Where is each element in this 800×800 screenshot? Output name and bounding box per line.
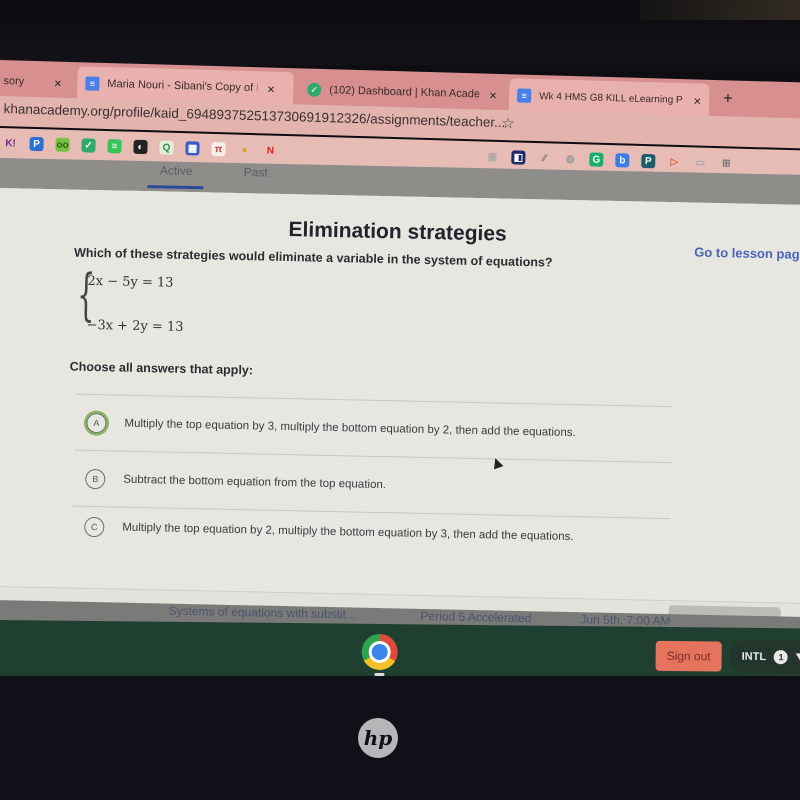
tab-title: sory	[3, 75, 25, 88]
bookmark-star-icon[interactable]: ☆	[501, 114, 515, 132]
status-tray[interactable]: INTL 1	[729, 639, 800, 675]
chrome-browser-icon[interactable]	[361, 633, 398, 671]
sign-out-button[interactable]: Sign out	[655, 640, 722, 672]
bookmark-screencastify-icon[interactable]: ▷	[667, 155, 681, 169]
bookmark-sync-icon[interactable]: ◐	[133, 139, 148, 155]
wifi-icon	[796, 653, 800, 662]
exercise-title: Elimination strategies	[288, 218, 507, 246]
background-wall	[640, 0, 800, 20]
tab-title: Wk 4 HMS G8 KILL eLearning Pl	[539, 90, 684, 106]
go-to-lesson-link[interactable]: Go to lesson page	[694, 245, 800, 262]
bookmark-cookie-icon[interactable]: ●	[237, 143, 251, 157]
bookmark-spotify-icon[interactable]: ≡	[107, 139, 122, 154]
bookmark-ext-globe-icon[interactable]: ◍	[563, 152, 577, 166]
close-tab-icon[interactable]: ×	[267, 81, 275, 96]
choice-text: Subtract the bottom equation from the to…	[123, 473, 387, 491]
bookmark-pear-deck-icon[interactable]: P	[641, 153, 656, 169]
input-method-label: INTL	[741, 650, 767, 664]
close-tab-icon[interactable]: ×	[54, 75, 62, 90]
bookmark-ext-window-icon[interactable]: ▭	[693, 155, 707, 169]
tab-title: Maria Nouri - Sibani's Copy of HI	[107, 78, 258, 95]
active-tab-indicator	[147, 185, 204, 190]
bookmark-kahoot-icon[interactable]: K!	[3, 136, 17, 150]
assignment-class: Period 5 Accelerated	[420, 608, 532, 626]
exercise-modal: Elimination strategies Go to lesson page…	[0, 187, 800, 648]
chromeos-shelf: Sign out INTL 1	[0, 620, 800, 685]
choice-letter-badge: C	[84, 516, 105, 537]
new-tab-button[interactable]: +	[723, 90, 733, 108]
close-tab-icon[interactable]: ×	[489, 87, 497, 102]
laptop-bezel-top	[0, 0, 800, 65]
tab-past[interactable]: Past	[244, 165, 268, 179]
photo-of-laptop-screen: sory × ≡ Maria Nouri - Sibani's Copy of …	[0, 0, 800, 800]
answer-choices: A Multiply the top equation by 3, multip…	[71, 393, 673, 559]
question-prompt: Which of these strategies would eliminat…	[73, 245, 553, 270]
khan-academy-page: Active Past Elimination strategies Go to…	[0, 158, 800, 648]
choice-text: Multiply the top equation by 3, multiply…	[124, 417, 576, 439]
system-of-equations: { 2x − 5y = 13 −3x + 2y = 13	[76, 263, 277, 340]
equation-bottom: −3x + 2y = 13	[86, 317, 184, 335]
bookmark-duolingo-icon[interactable]: oo	[55, 137, 70, 152]
laptop-bezel-bottom	[0, 676, 800, 800]
close-tab-icon[interactable]: ×	[693, 93, 701, 108]
google-docs-icon: ≡	[85, 76, 100, 91]
choice-letter-badge: A	[86, 412, 107, 433]
bookmark-bitly-b-icon[interactable]: b	[615, 153, 630, 168]
bookmark-search-q-icon[interactable]: Q	[159, 140, 174, 155]
bookmark-calendar-icon[interactable]: ▦	[185, 141, 200, 156]
bookmark-ext-feet-icon[interactable]: ◧	[511, 150, 526, 165]
tab-active[interactable]: Active	[160, 163, 193, 178]
bookmark-ext-grey-icon[interactable]: ▣	[485, 150, 499, 164]
tab-title: (102) Dashboard | Khan Academ	[329, 84, 480, 101]
choice-letter-badge: B	[85, 468, 106, 489]
equation-top: 2x − 5y = 13	[87, 273, 174, 291]
bookmark-p-app-icon[interactable]: P	[29, 136, 44, 152]
bookmark-grammarly-icon[interactable]: G	[589, 152, 604, 167]
notification-count-badge: 1	[774, 650, 789, 665]
assignment-title: Systems of equations with substit...	[168, 603, 357, 622]
bookmark-netflix-icon[interactable]: N	[263, 143, 277, 157]
bookmark-pinterest-like-icon[interactable]: π	[211, 141, 226, 157]
khan-academy-icon: ✓	[307, 82, 322, 97]
instruction: Choose all answers that apply:	[69, 359, 254, 378]
bookmark-reader-icon[interactable]: ⊞	[719, 156, 733, 170]
bookmark-ext-dots-icon[interactable]: ⁄⁄	[537, 151, 551, 165]
bookmark-khan-academy-icon[interactable]: ✓	[81, 138, 96, 153]
tab-history[interactable]: sory ×	[0, 64, 76, 100]
choice-text: Multiply the top equation by 2, multiply…	[122, 521, 574, 543]
google-docs-icon: ≡	[517, 88, 532, 103]
hp-logo: hp	[358, 718, 398, 758]
